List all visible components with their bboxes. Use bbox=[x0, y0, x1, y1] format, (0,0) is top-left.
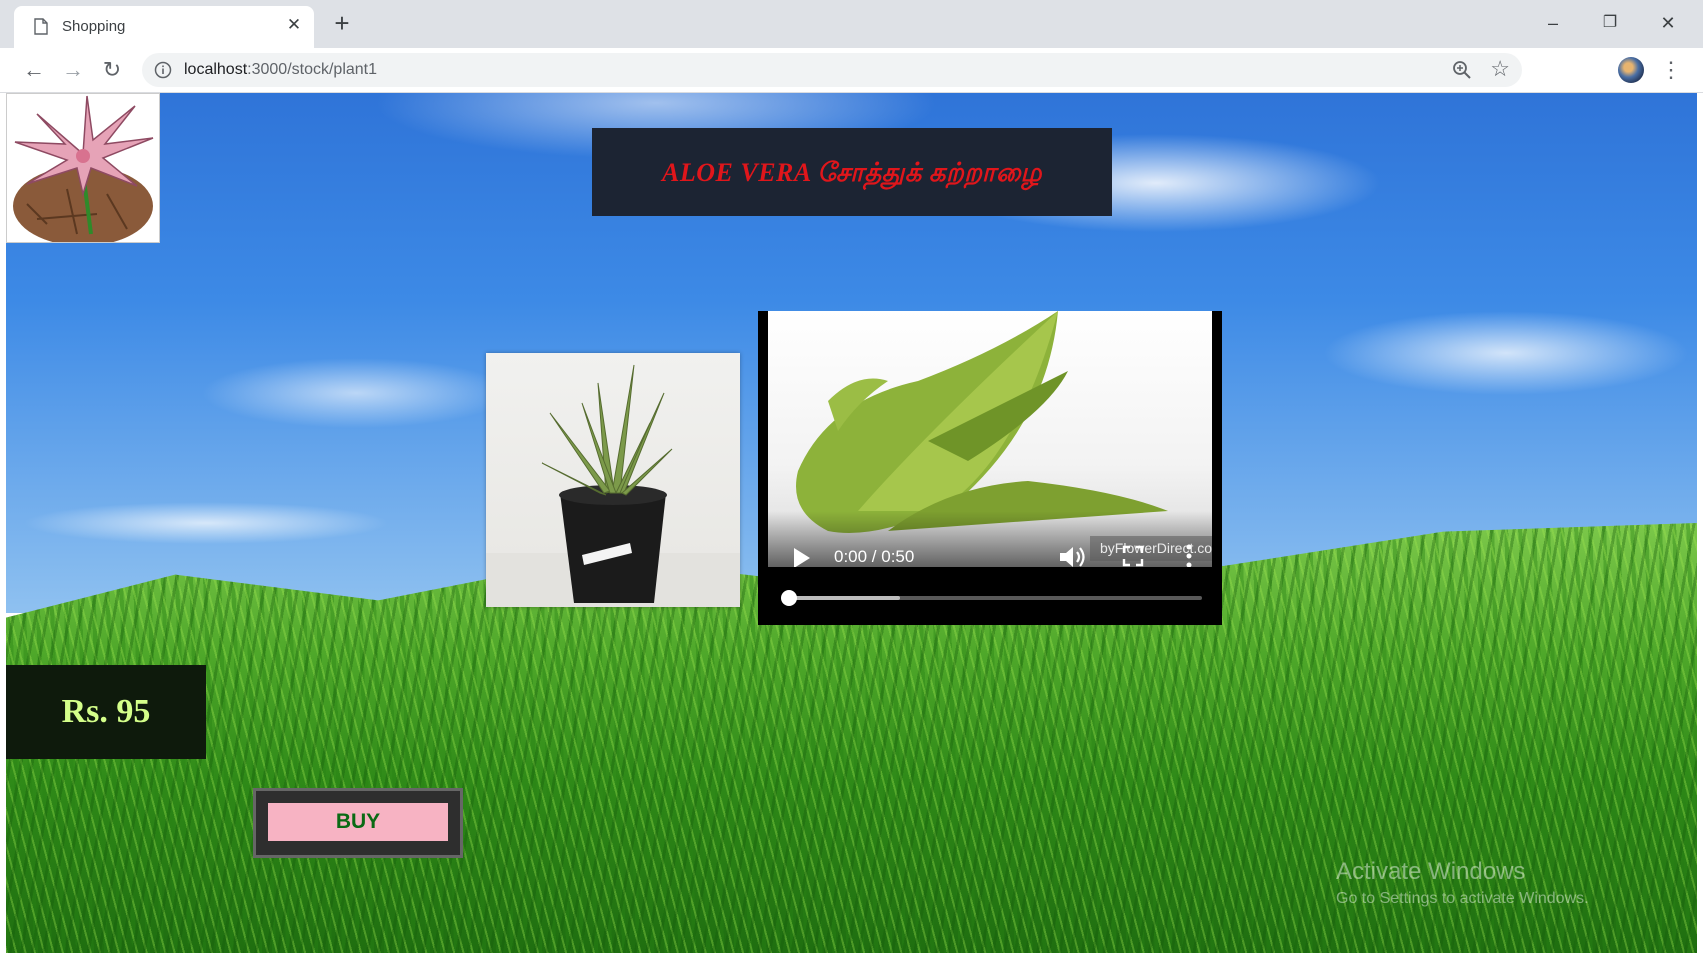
tab-strip: Shopping ✕ + – ❐ ✕ bbox=[0, 0, 1703, 48]
buy-button-frame: BUY bbox=[253, 788, 463, 858]
video-watermark: byFlowerDirect.com bbox=[1090, 536, 1212, 561]
volume-icon[interactable] bbox=[1058, 545, 1088, 567]
video-progress-bar[interactable] bbox=[781, 590, 1202, 606]
flower-logo-image bbox=[7, 94, 159, 242]
fullscreen-icon[interactable] bbox=[1122, 545, 1144, 567]
video-scrubber-thumb[interactable] bbox=[781, 590, 797, 606]
site-info-icon[interactable] bbox=[154, 61, 172, 79]
tab-shopping[interactable]: Shopping ✕ bbox=[14, 6, 314, 48]
video-time: 0:00 / 0:50 bbox=[834, 547, 915, 566]
new-tab-icon[interactable]: + bbox=[330, 10, 354, 36]
profile-avatar[interactable] bbox=[1618, 57, 1644, 83]
activate-windows-title: Activate Windows bbox=[1336, 858, 1526, 885]
page-icon bbox=[34, 18, 48, 35]
video-frame: byFlowerDirect.com 0:00 / 0:50 bbox=[768, 311, 1212, 567]
browser-menu-icon[interactable]: ⋮ bbox=[1660, 56, 1682, 84]
page-title-banner: ALOE VERA சோத்துக் கற்றாழை bbox=[592, 128, 1112, 216]
video-buffered bbox=[788, 596, 900, 600]
video-player[interactable]: byFlowerDirect.com 0:00 / 0:50 bbox=[758, 311, 1222, 625]
window-close-icon[interactable]: ✕ bbox=[1655, 10, 1681, 36]
back-icon[interactable]: ← bbox=[20, 56, 48, 84]
forward-icon[interactable]: → bbox=[59, 56, 87, 84]
browser-window: Shopping ✕ + – ❐ ✕ ← → ↻ localhost:3000/… bbox=[0, 0, 1703, 953]
play-icon[interactable] bbox=[794, 548, 810, 567]
price-label: Rs. 95 bbox=[61, 693, 151, 730]
page-content: ALOE VERA சோத்துக் கற்றாழை byFlowerDirec… bbox=[6, 93, 1697, 953]
site-logo bbox=[6, 93, 160, 243]
browser-toolbar: ← → ↻ localhost:3000/stock/plant1 ☆ ⋮ bbox=[0, 48, 1703, 93]
page-title: ALOE VERA சோத்துக் கற்றாழை bbox=[662, 158, 1042, 187]
tab-close-icon[interactable]: ✕ bbox=[284, 15, 304, 35]
product-image bbox=[486, 353, 740, 607]
zoom-icon[interactable] bbox=[1452, 60, 1472, 80]
buy-button[interactable]: BUY bbox=[268, 803, 448, 841]
reload-icon[interactable]: ↻ bbox=[98, 56, 126, 84]
url-path: :3000/stock/plant1 bbox=[247, 61, 378, 78]
aloe-plant-image bbox=[486, 364, 740, 607]
minimize-icon[interactable]: – bbox=[1540, 10, 1566, 36]
restore-icon[interactable]: ❐ bbox=[1597, 10, 1623, 36]
video-more-icon[interactable] bbox=[1186, 543, 1192, 567]
tab-title: Shopping bbox=[62, 18, 126, 35]
activate-windows-subtitle: Go to Settings to activate Windows. bbox=[1336, 890, 1589, 907]
url-host: localhost bbox=[184, 61, 248, 78]
url-text[interactable]: localhost:3000/stock/plant1 bbox=[184, 61, 377, 79]
address-bar[interactable]: localhost:3000/stock/plant1 ☆ bbox=[142, 53, 1522, 87]
bookmark-star-icon[interactable]: ☆ bbox=[1490, 58, 1510, 80]
price-box: Rs. 95 bbox=[6, 665, 206, 759]
